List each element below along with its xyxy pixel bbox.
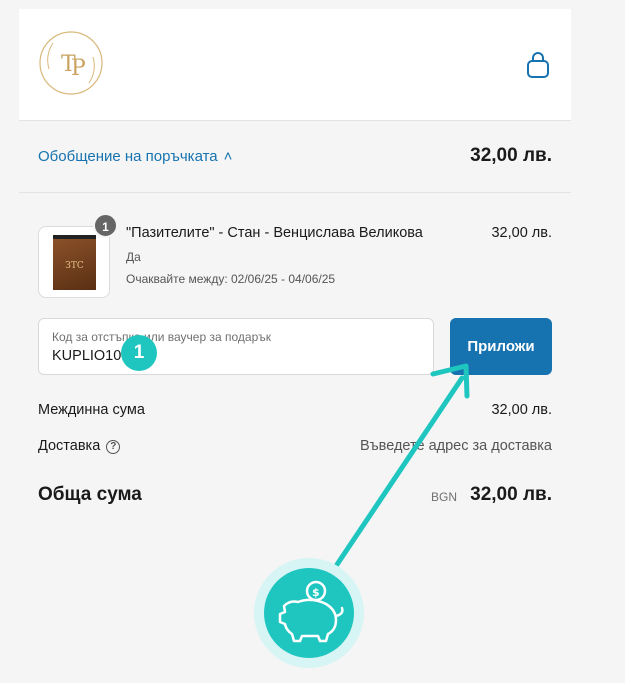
chevron-up-icon: ˄ xyxy=(223,148,233,165)
total-label: Обща сума xyxy=(38,484,142,505)
piggy-badge xyxy=(264,568,354,658)
subtotal-value: 32,00 лв. xyxy=(491,402,552,418)
order-summary-toggle[interactable]: Обобщение на поръчката ˄ 32,00 лв. xyxy=(19,121,571,193)
product-title: "Пазителите" - Стан - Венцислава Великов… xyxy=(126,225,423,241)
order-summary: ЗТС 1 "Пазителите" - Стан - Венцислава В… xyxy=(19,193,571,521)
discount-code-field[interactable]: Код за отстъпка или ваучер за подарък xyxy=(38,318,434,375)
subtotal-label: Междинна сума xyxy=(38,402,145,418)
quantity-badge: 1 xyxy=(93,213,118,238)
step-badge: 1 xyxy=(121,335,157,371)
piggy-bank-coin-icon xyxy=(278,580,344,643)
order-summary-toggle-label[interactable]: Обобщение на поръчката ˄ xyxy=(38,148,232,165)
piggy-badge-halo xyxy=(254,558,364,668)
shopping-bag-icon[interactable] xyxy=(525,51,551,79)
svg-text:P: P xyxy=(71,56,86,81)
store-header: T P xyxy=(19,9,571,121)
product-price: 32,00 лв. xyxy=(491,225,552,241)
checkout-panel: T P Обобщение на поръчката ˄ 32,00 лв. ЗТ… xyxy=(19,9,571,521)
total-value: 32,00 лв. xyxy=(470,484,552,505)
book-cover-image: ЗТС xyxy=(53,235,96,290)
shipping-value: Въведете адрес за доставка xyxy=(359,438,552,454)
apply-discount-button[interactable]: Приложи xyxy=(450,318,552,375)
product-variant: Да xyxy=(126,250,141,264)
shipping-label: Доставка xyxy=(38,438,101,454)
help-icon[interactable]: ? xyxy=(106,440,121,454)
discount-code-label: Код за отстъпка или ваучер за подарък xyxy=(52,330,272,344)
delivery-estimate: Очаквайте между: 02/06/25 - 04/06/25 xyxy=(126,272,336,286)
currency-code: BGN xyxy=(430,490,457,504)
discount-code-input[interactable] xyxy=(52,348,412,364)
shipping-label-wrap: Доставка? xyxy=(38,438,121,454)
summary-toggle-total: 32,00 лв. xyxy=(470,145,552,166)
store-logo[interactable]: T P xyxy=(37,29,105,97)
coin-symbol: $ xyxy=(312,586,320,599)
